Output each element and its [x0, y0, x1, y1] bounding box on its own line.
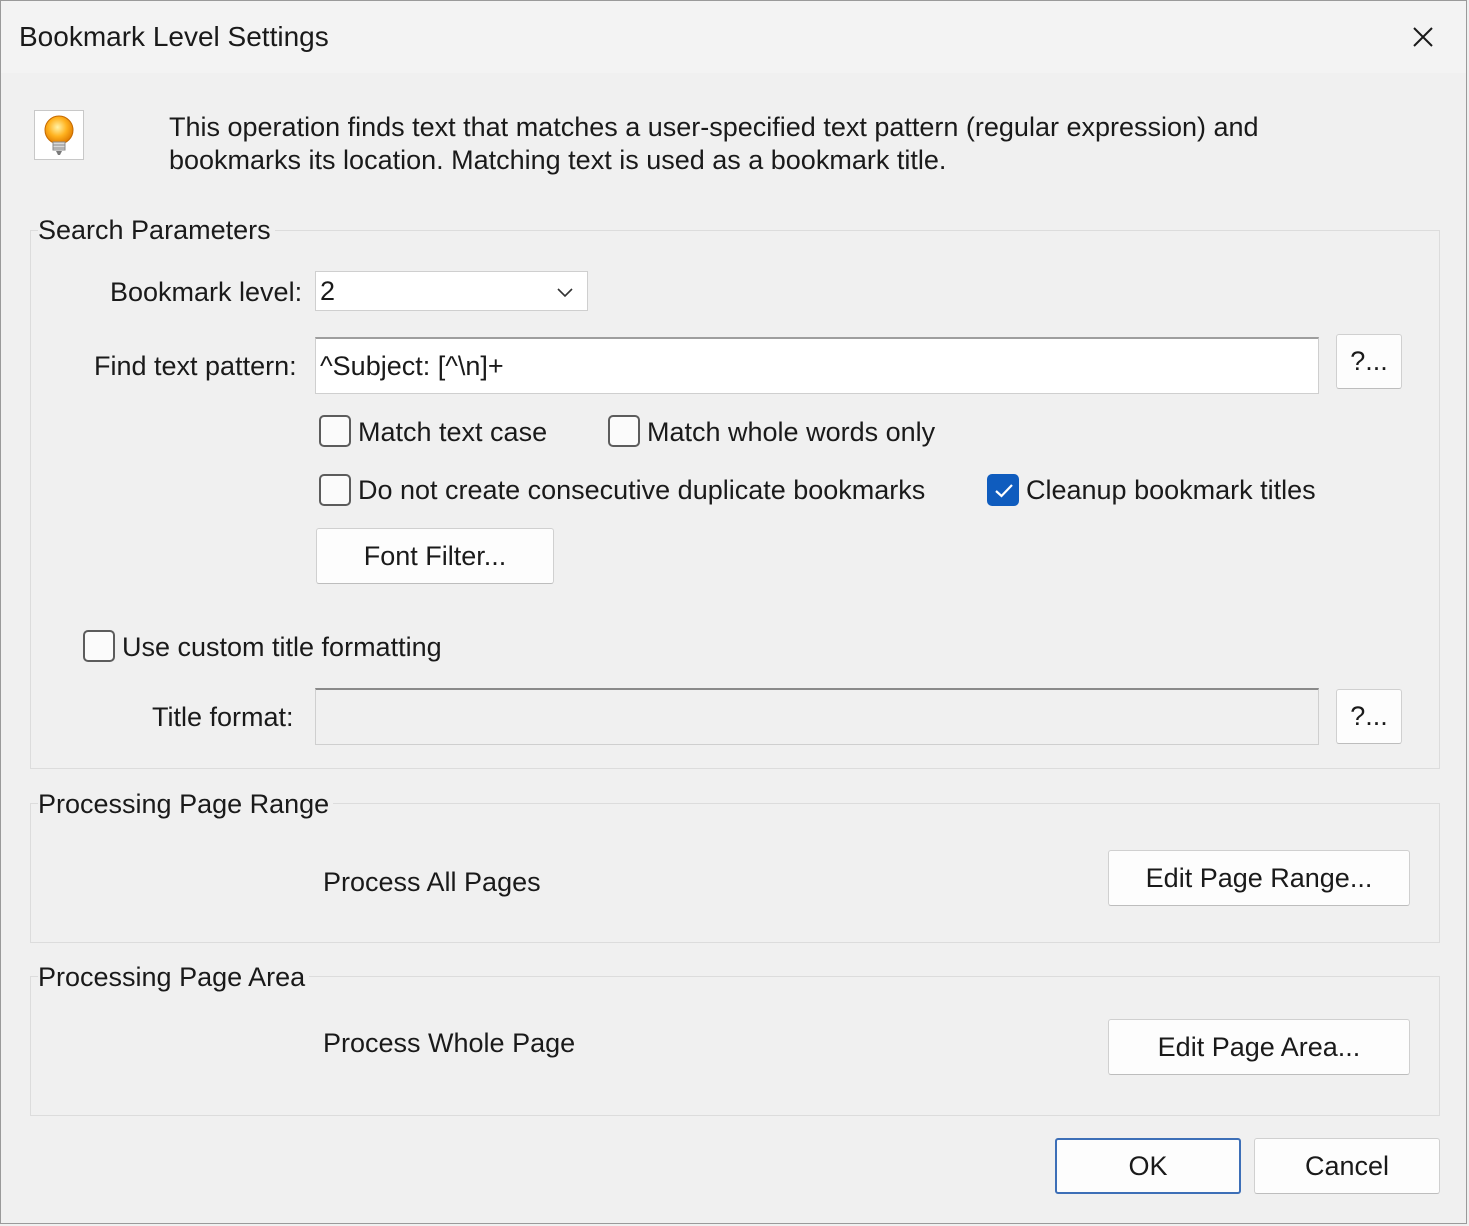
- edit-page-area-button[interactable]: Edit Page Area...: [1108, 1019, 1410, 1075]
- lightbulb-icon: [34, 110, 84, 160]
- cleanup-bookmark-titles-checkbox[interactable]: [987, 474, 1019, 506]
- info-text: This operation finds text that matches a…: [169, 112, 1259, 175]
- match-whole-words-label[interactable]: Match whole words only: [647, 417, 935, 448]
- page-area-value: Process Whole Page: [323, 1028, 576, 1058]
- match-whole-words-checkbox[interactable]: [608, 415, 640, 447]
- close-icon: [1413, 27, 1433, 47]
- match-text-case-label[interactable]: Match text case: [358, 417, 547, 448]
- dialog-window: Bookmark Level Settings This operation f…: [0, 0, 1467, 1224]
- font-filter-button[interactable]: Font Filter...: [316, 528, 554, 584]
- checkmark-icon: [995, 484, 1013, 498]
- custom-title-formatting-checkbox[interactable]: [83, 630, 115, 662]
- title-format-label: Title format:: [152, 702, 294, 732]
- page-range-title: Processing Page Range: [38, 789, 334, 820]
- find-text-pattern-input[interactable]: [315, 337, 1319, 394]
- page-range-value: Process All Pages: [323, 867, 541, 897]
- no-duplicate-bookmarks-label[interactable]: Do not create consecutive duplicate book…: [358, 475, 925, 506]
- bookmark-level-select[interactable]: 2: [315, 271, 588, 311]
- ok-button[interactable]: OK: [1055, 1138, 1241, 1194]
- title-bar: Bookmark Level Settings: [1, 1, 1466, 73]
- search-parameters-title: Search Parameters: [38, 215, 275, 246]
- dialog-title: Bookmark Level Settings: [19, 21, 329, 52]
- custom-title-formatting-label[interactable]: Use custom title formatting: [122, 632, 442, 663]
- close-button[interactable]: [1380, 1, 1466, 73]
- find-text-pattern-label: Find text pattern:: [94, 351, 297, 381]
- no-duplicate-bookmarks-checkbox[interactable]: [319, 474, 351, 506]
- cancel-button[interactable]: Cancel: [1254, 1138, 1440, 1194]
- title-format-help-button[interactable]: ?...: [1336, 689, 1402, 744]
- pattern-help-button[interactable]: ?...: [1336, 334, 1402, 389]
- cleanup-bookmark-titles-label[interactable]: Cleanup bookmark titles: [1026, 475, 1316, 506]
- chevron-down-icon: [557, 288, 573, 298]
- bookmark-level-label: Bookmark level:: [110, 277, 303, 307]
- bookmark-level-value: 2: [320, 276, 336, 306]
- edit-page-range-button[interactable]: Edit Page Range...: [1108, 850, 1410, 906]
- page-area-title: Processing Page Area: [38, 962, 310, 993]
- match-text-case-checkbox[interactable]: [319, 415, 351, 447]
- title-format-input[interactable]: [315, 688, 1319, 745]
